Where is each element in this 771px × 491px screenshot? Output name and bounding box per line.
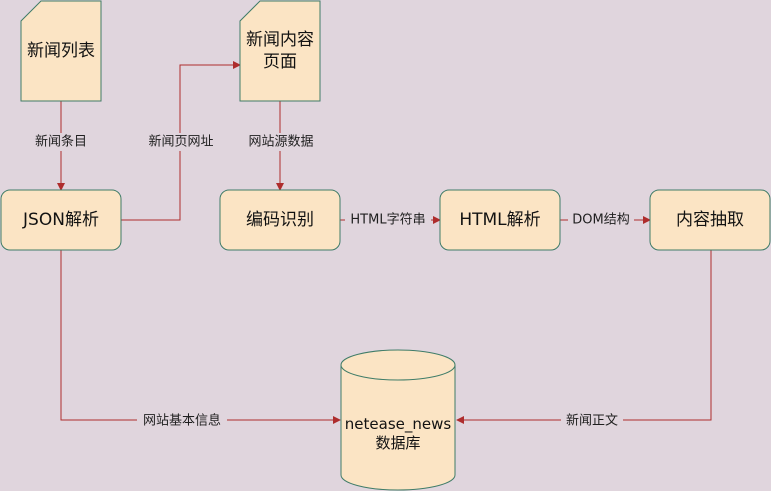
edge-label-news-items: 新闻条目 <box>35 134 87 150</box>
edge-extract-to-database: 新闻正文 <box>456 250 712 429</box>
edge-label-dom-structure: DOM结构 <box>572 213 629 228</box>
node-news-list: 新闻列表 <box>20 0 102 102</box>
edge-json-to-database: 网站基本信息 <box>60 250 341 429</box>
edge-label-site-basic-info: 网站基本信息 <box>143 413 221 429</box>
data-flow-diagram: 新闻条目 新闻页网址 网站源数据 HTML字符串 DOM结构 网站基本信息 新闻… <box>0 0 771 491</box>
edge-label-news-body: 新闻正文 <box>566 413 618 429</box>
node-label-news-page-line2: 页面 <box>263 52 297 72</box>
edge-label-html-string: HTML字符串 <box>350 212 425 228</box>
node-json-parse: JSON解析 <box>0 189 122 251</box>
node-news-content-page: 新闻内容 页面 <box>239 0 321 102</box>
node-label-database-line1: netease_news <box>345 415 452 434</box>
node-encoding-detect: 编码识别 <box>219 189 341 251</box>
edge-label-news-page-url: 新闻页网址 <box>148 134 213 150</box>
node-html-parse: HTML解析 <box>439 189 561 251</box>
node-label-content-extract: 内容抽取 <box>676 210 744 230</box>
node-label-encoding-detect: 编码识别 <box>246 210 314 230</box>
node-label-database-line2: 数据库 <box>375 434 420 452</box>
node-label-json-parse: JSON解析 <box>22 210 99 230</box>
node-label-news-page-line1: 新闻内容 <box>246 30 314 50</box>
node-content-extract: 内容抽取 <box>649 189 771 251</box>
node-label-html-parse: HTML解析 <box>459 210 540 230</box>
node-database: netease_news 数据库 <box>340 349 456 491</box>
edge-label-site-source-data: 网站源数据 <box>248 135 313 150</box>
edge-html-parse-to-extract: DOM结构 <box>560 211 651 229</box>
node-label-news-list: 新闻列表 <box>27 41 95 61</box>
edge-news-list-to-json: 新闻条目 <box>31 101 91 191</box>
edge-encoding-to-html-parse: HTML字符串 <box>340 211 441 229</box>
edge-news-page-to-encoding: 网站源数据 <box>244 101 318 191</box>
